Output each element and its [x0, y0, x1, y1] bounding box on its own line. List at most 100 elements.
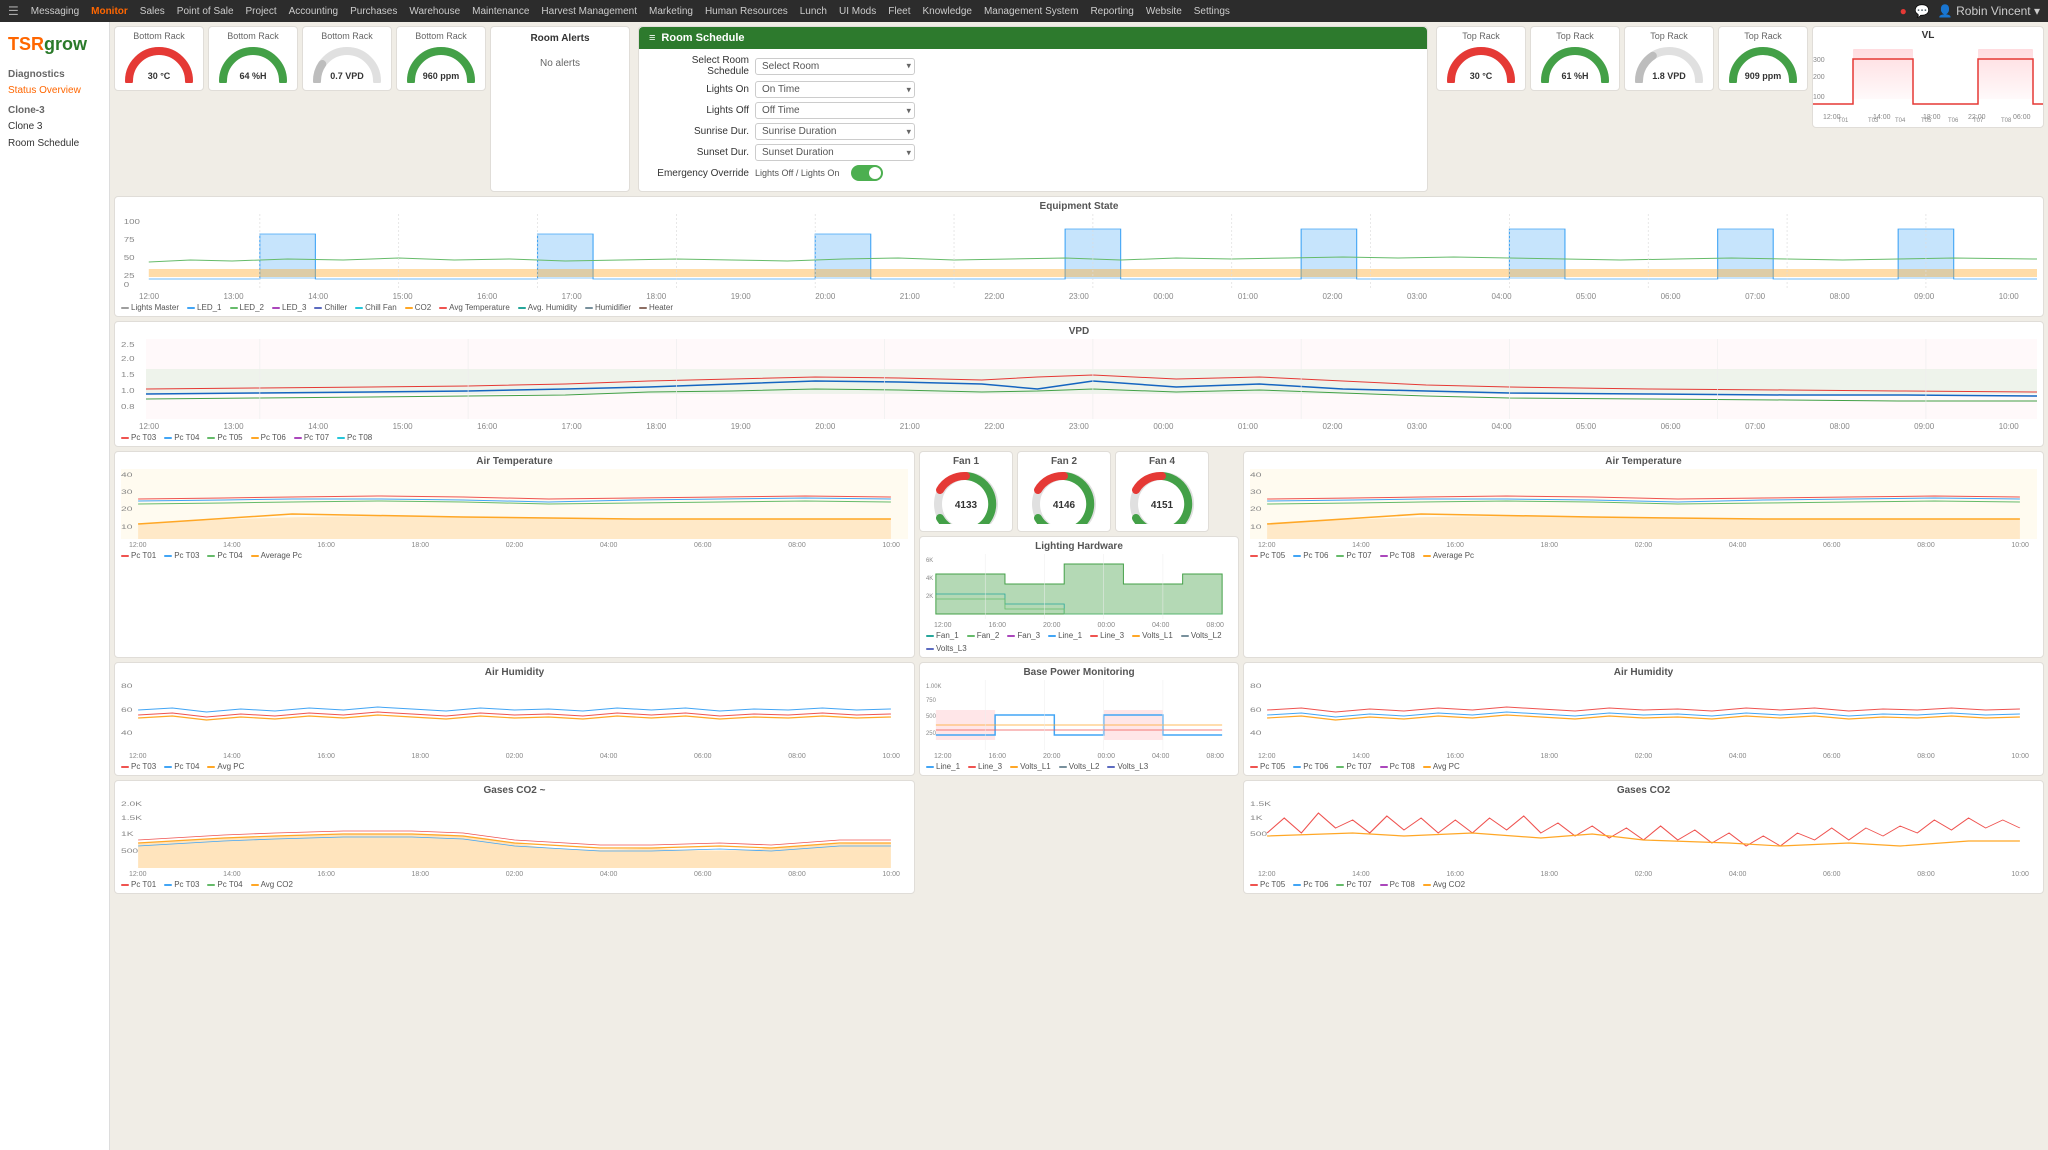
- gases-co2-left-legend: Pc T01 Pc T03 Pc T04 Avg CO2: [121, 880, 908, 889]
- svg-text:500: 500: [1250, 830, 1267, 837]
- equipment-state-svg: 100 75 50 25 0: [121, 214, 2037, 289]
- gauge-top-vpd: Top Rack 1.8 VPD: [1624, 26, 1714, 91]
- select-lights-off-wrapper: Off Time: [755, 102, 915, 119]
- select-lights-on-wrapper: On Time: [755, 81, 915, 98]
- nav-maintenance[interactable]: Maintenance: [472, 6, 529, 17]
- nav-monitor[interactable]: Monitor: [91, 6, 128, 17]
- vl-chart-card: VL 12:00 14:00 18: [1812, 26, 2044, 128]
- svg-text:80: 80: [121, 682, 133, 689]
- nav-knowledge[interactable]: Knowledge: [922, 6, 971, 17]
- air-temp-right-svg: 40 30 20 10: [1250, 469, 2037, 539]
- nav-accounting[interactable]: Accounting: [289, 6, 338, 17]
- nav-mgmt[interactable]: Management System: [984, 6, 1079, 17]
- label-emergency: Emergency Override: [649, 168, 749, 179]
- svg-text:61 %H: 61 %H: [1561, 71, 1588, 81]
- select-room-input[interactable]: Select Room: [755, 58, 915, 75]
- select-sunrise-input[interactable]: Sunrise Duration: [755, 123, 915, 140]
- svg-text:T05: T05: [1921, 118, 1932, 124]
- nav-pos[interactable]: Point of Sale: [177, 6, 234, 17]
- svg-text:20: 20: [1250, 505, 1262, 512]
- emergency-label-text: Lights Off / Lights On: [755, 168, 839, 178]
- nav-harvest[interactable]: Harvest Management: [541, 6, 637, 17]
- nav-fleet[interactable]: Fleet: [888, 6, 910, 17]
- air-humidity-left-legend: Pc T03 Pc T04 Avg PC: [121, 762, 908, 771]
- top-rack-gauges: Top Rack 30 °C Top Rack 61 %H: [1436, 26, 1808, 91]
- form-row-sunrise: Sunrise Dur. Sunrise Duration: [649, 123, 1417, 140]
- hamburger-icon[interactable]: ☰: [8, 4, 19, 18]
- gases-co2-left-title: Gases CO2 ~: [121, 785, 908, 796]
- svg-text:909 ppm: 909 ppm: [1745, 71, 1782, 81]
- svg-text:64 %H: 64 %H: [239, 71, 266, 81]
- label-select-room: Select Room Schedule: [649, 55, 749, 77]
- nav-marketing[interactable]: Marketing: [649, 6, 693, 17]
- gauge-top-co2-svg: 909 ppm: [1728, 43, 1798, 83]
- select-lights-on-input[interactable]: On Time: [755, 81, 915, 98]
- svg-text:1K: 1K: [1250, 814, 1263, 821]
- nav-sales[interactable]: Sales: [140, 6, 165, 17]
- center-charts: Fan 1 4133 Fan 2: [919, 451, 1239, 658]
- nav-reporting[interactable]: Reporting: [1090, 6, 1133, 17]
- nav-ui-mods[interactable]: UI Mods: [839, 6, 876, 17]
- form-row-sunset: Sunset Dur. Sunset Duration: [649, 144, 1417, 161]
- svg-text:750: 750: [926, 698, 937, 704]
- select-lights-off-input[interactable]: Off Time: [755, 102, 915, 119]
- nav-lunch[interactable]: Lunch: [800, 6, 827, 17]
- room-schedule-body: Select Room Schedule Select Room Lights …: [639, 49, 1427, 191]
- svg-text:6K: 6K: [926, 558, 933, 564]
- logo-grow: grow: [44, 34, 87, 54]
- air-temp-left-title: Air Temperature: [121, 456, 908, 467]
- fan4-title: Fan 4: [1122, 456, 1202, 467]
- svg-text:06:00: 06:00: [2013, 114, 2031, 121]
- notification-icon[interactable]: ●: [1900, 4, 1907, 18]
- svg-text:1.00K: 1.00K: [926, 684, 941, 690]
- gauge-bottom-temp: Bottom Rack 30 °C: [114, 26, 204, 91]
- sidebar-item-room-schedule[interactable]: Room Schedule: [0, 135, 109, 152]
- svg-text:20: 20: [121, 505, 133, 512]
- row5: Gases CO2 ~ 2.0K 1.5K 1K 500 12:0014:001…: [114, 780, 2044, 894]
- chat-icon[interactable]: 💬: [1915, 4, 1930, 18]
- gauge-bottom-temp-svg: 30 °C: [124, 43, 194, 83]
- gases-co2-right-svg: 1.5K 1K 500: [1250, 798, 2037, 868]
- vpd-svg: 2.5 2.0 1.5 1.0 0.8: [121, 339, 2037, 419]
- label-lights-on: Lights On: [649, 84, 749, 95]
- equipment-state-chart: Equipment State 100 75 50 25 0: [114, 196, 2044, 317]
- gauge-top-vpd-svg: 1.8 VPD: [1634, 43, 1704, 83]
- sidebar-item-clone3[interactable]: Clone 3: [0, 118, 109, 135]
- emergency-toggle[interactable]: [851, 165, 883, 181]
- svg-text:1.5K: 1.5K: [121, 814, 143, 821]
- room-schedule-title: Room Schedule: [661, 32, 744, 44]
- gauge-top-temp: Top Rack 30 °C: [1436, 26, 1526, 91]
- gauge-bottom-vpd-svg: 0.7 VPD: [312, 43, 382, 83]
- nav-settings[interactable]: Settings: [1194, 6, 1230, 17]
- svg-text:40: 40: [1250, 471, 1262, 478]
- svg-text:250: 250: [926, 731, 937, 737]
- center-empty: [919, 780, 1239, 894]
- nav-website[interactable]: Website: [1146, 6, 1182, 17]
- form-row-lights-off: Lights Off Off Time: [649, 102, 1417, 119]
- svg-text:0.8: 0.8: [121, 402, 135, 410]
- nav-warehouse[interactable]: Warehouse: [409, 6, 460, 17]
- air-humidity-right-legend: Pc T05 Pc T06 Pc T07 Pc T08 Avg PC: [1250, 762, 2037, 771]
- gases-co2-right-chart: Gases CO2 1.5K 1K 500 12:0014:0016:0018:…: [1243, 780, 2044, 894]
- user-menu[interactable]: 👤 Robin Vincent ▾: [1938, 4, 2040, 18]
- nav-messaging[interactable]: Messaging: [31, 6, 79, 17]
- nav-hr[interactable]: Human Resources: [705, 6, 788, 17]
- select-sunset-input[interactable]: Sunset Duration: [755, 144, 915, 161]
- svg-text:0: 0: [124, 280, 130, 288]
- sidebar-item-status-overview[interactable]: Status Overview: [0, 82, 109, 99]
- svg-text:1.5: 1.5: [121, 370, 135, 378]
- svg-text:25: 25: [124, 271, 135, 279]
- nav-project[interactable]: Project: [246, 6, 277, 17]
- vl-title: VL: [1813, 27, 2043, 44]
- air-humidity-right-svg: 80 60 40: [1250, 680, 2037, 750]
- svg-text:T03: T03: [1868, 118, 1879, 124]
- menu-icon: ≡: [649, 32, 655, 44]
- svg-text:4133: 4133: [955, 500, 978, 511]
- gauge-top-humidity-svg: 61 %H: [1540, 43, 1610, 83]
- fan4-gauge: Fan 4 4151: [1115, 451, 1209, 532]
- nav-purchases[interactable]: Purchases: [350, 6, 397, 17]
- gauge-bottom-vpd-title: Bottom Rack: [309, 31, 385, 41]
- svg-text:1.0: 1.0: [121, 386, 135, 394]
- gases-co2-left-chart: Gases CO2 ~ 2.0K 1.5K 1K 500 12:0014:001…: [114, 780, 915, 894]
- air-temp-right-title: Air Temperature: [1250, 456, 2037, 467]
